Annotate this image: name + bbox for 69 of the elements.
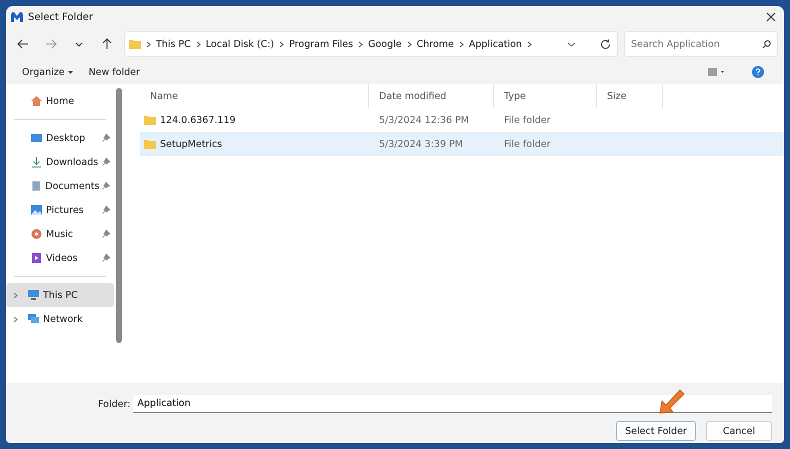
chevron-icon (406, 40, 412, 48)
pointer-arrow-icon (658, 387, 686, 415)
window-title: Select Folder (28, 12, 94, 22)
folder-icon (144, 139, 156, 149)
refresh-icon[interactable] (600, 38, 611, 50)
column-header[interactable]: Date modified (369, 84, 494, 108)
help-icon[interactable] (752, 66, 764, 78)
select-folder-button[interactable]: Select Folder (616, 421, 696, 441)
computer-icon (27, 289, 40, 301)
breadcrumb-item[interactable]: Local Disk (C:) (206, 38, 274, 50)
chevron-icon (526, 40, 532, 48)
file-row[interactable]: SetupMetrics 5/3/2024 3:39 PM File folder (140, 132, 784, 156)
file-name: 124.0.6367.119 (160, 114, 236, 126)
sidebar-item[interactable]: This PC (6, 283, 114, 307)
chevron-icon (458, 40, 464, 48)
column-header[interactable]: Type (494, 84, 597, 108)
file-name: SetupMetrics (160, 138, 222, 150)
search-field[interactable]: Search Application (624, 31, 778, 57)
breadcrumb-item[interactable]: This PC (156, 38, 191, 50)
cancel-button[interactable]: Cancel (706, 421, 772, 441)
file-row[interactable]: 124.0.6367.119 5/3/2024 12:36 PM File folder (140, 108, 784, 132)
video-icon (30, 252, 43, 264)
sidebar-item[interactable]: Network (6, 307, 114, 331)
breadcrumb-item[interactable]: Google (368, 38, 402, 50)
folder-icon (129, 39, 141, 49)
chevron-icon (196, 40, 201, 48)
type-cell-text: File folder (503, 114, 552, 126)
scrollbar-thumb[interactable] (116, 88, 122, 343)
chevron-icon (279, 40, 284, 48)
chevron-icon (146, 40, 151, 48)
music-icon (30, 228, 43, 240)
organize-button[interactable]: Organize (18, 64, 77, 80)
date-cell-text: 5/3/2024 12:36 PM (378, 114, 470, 126)
sidebar-item[interactable]: Pictures (6, 198, 114, 222)
folder-label: Folder: (98, 398, 130, 410)
search-icon (762, 40, 771, 48)
folder-icon (144, 115, 156, 125)
back-arrow-icon (17, 39, 29, 49)
forward-arrow-icon (45, 39, 57, 49)
new-folder-button[interactable]: New folder (84, 64, 144, 80)
home-icon (30, 95, 43, 107)
close-icon[interactable] (766, 12, 776, 22)
network-icon (27, 313, 40, 325)
column-header[interactable]: Name (140, 84, 369, 108)
breadcrumb-item[interactable]: Application (468, 38, 522, 50)
up-arrow-icon (102, 38, 112, 50)
date-cell-text: 5/3/2024 3:39 PM (378, 138, 464, 150)
breadcrumb-item[interactable]: Chrome (416, 38, 454, 50)
sidebar-item[interactable]: Music (6, 222, 114, 246)
picture-icon (30, 204, 43, 216)
caret-icon (68, 70, 73, 74)
column-header[interactable]: Size (597, 84, 663, 108)
dropdown-icon (567, 42, 576, 46)
caret-icon (75, 42, 83, 46)
list-view-icon (708, 68, 724, 76)
sidebar-item[interactable]: Downloads (6, 150, 114, 174)
sidebar-item[interactable]: Documents (6, 174, 114, 198)
folder-field[interactable]: Application (133, 395, 772, 413)
download-icon (30, 156, 43, 168)
app-logo-icon (10, 11, 24, 23)
sidebar-item[interactable]: Videos (6, 246, 114, 270)
sidebar-item[interactable]: Home (6, 89, 114, 113)
sidebar-item[interactable]: Desktop (6, 126, 114, 150)
type-cell-text: File folder (503, 138, 552, 150)
desktop-icon (30, 132, 43, 144)
breadcrumb-item[interactable]: Program Files (289, 38, 354, 50)
address-bar[interactable]: This PC Local Disk (C:) Program Files Google Chrome Application (124, 31, 618, 57)
chevron-icon (358, 40, 364, 48)
document-icon (30, 180, 42, 192)
